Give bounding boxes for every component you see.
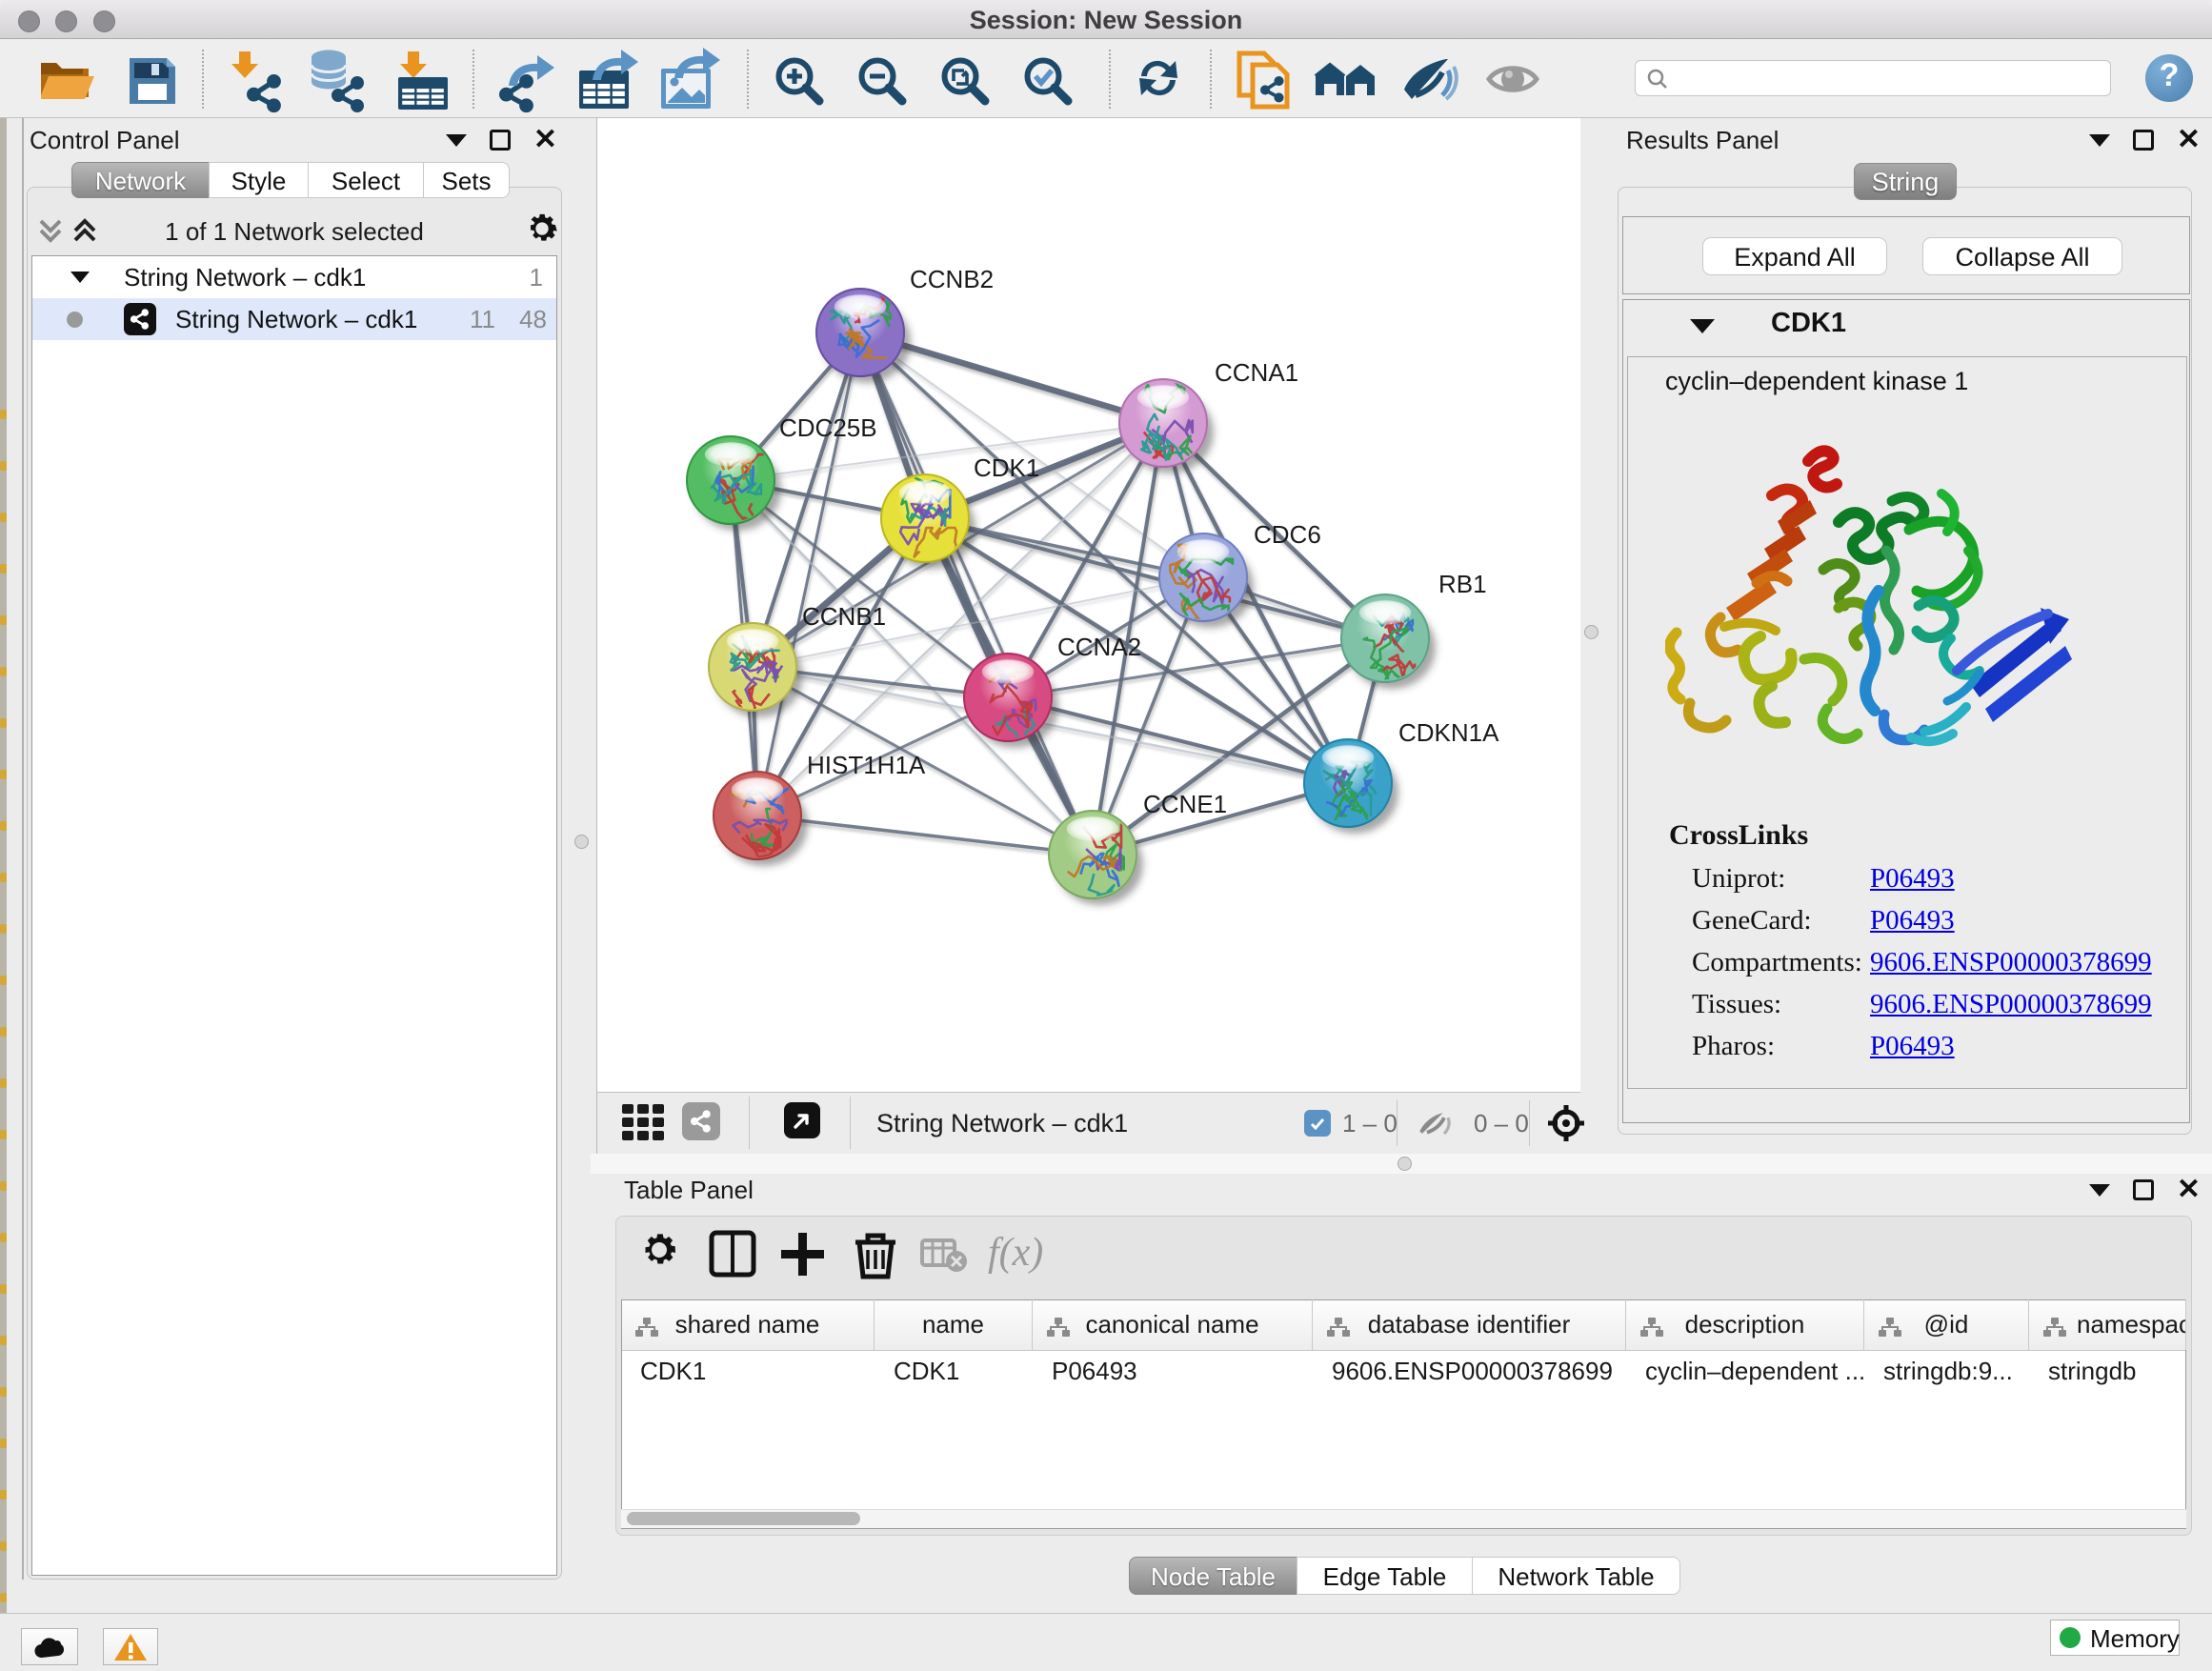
svg-text:CDKN1A: CDKN1A [1398,718,1499,747]
svg-text:CCNA1: CCNA1 [1215,358,1298,387]
svg-text:CDC6: CDC6 [1254,520,1321,549]
svg-text:HIST1H1A: HIST1H1A [807,751,926,779]
svg-text:CDK1: CDK1 [974,453,1039,482]
svg-text:CDC25B: CDC25B [779,413,877,442]
svg-text:CCNB2: CCNB2 [910,265,994,293]
svg-text:CCNA2: CCNA2 [1057,633,1141,661]
svg-text:f(x): f(x) [988,1231,1043,1275]
svg-text:CCNB1: CCNB1 [802,602,886,631]
svg-text:RB1: RB1 [1438,570,1487,598]
svg-text:CCNE1: CCNE1 [1143,790,1227,818]
